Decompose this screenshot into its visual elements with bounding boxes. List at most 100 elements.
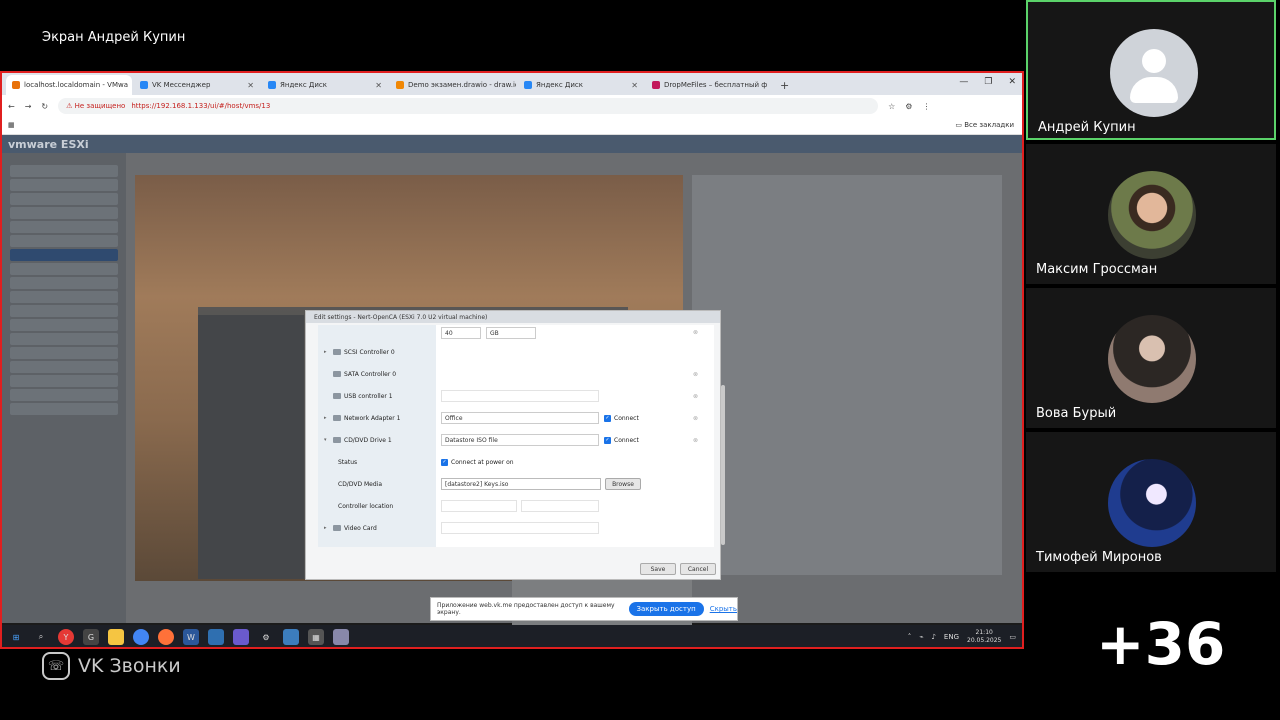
navigator-item[interactable] <box>10 403 118 415</box>
device-row-scsi[interactable]: ▸ SCSI Controller 0 <box>318 345 436 359</box>
browser-tab[interactable]: Яндекс Диск ✕ <box>262 75 388 95</box>
participant-tile[interactable]: Вова Бурый <box>1026 288 1276 428</box>
participant-tile[interactable]: Андрей Купин <box>1026 0 1276 140</box>
controller-slot-select[interactable] <box>521 500 599 512</box>
navigator-item[interactable] <box>10 291 118 303</box>
navigator-item[interactable] <box>10 389 118 401</box>
network-connect-checkbox[interactable]: ✓ Connect <box>604 413 639 423</box>
remove-device-icon[interactable]: ⊗ <box>693 393 698 400</box>
browser-tab[interactable]: Яндекс Диск ✕ <box>518 75 644 95</box>
navigator-item-selected[interactable] <box>10 249 118 261</box>
navigator-item[interactable] <box>10 179 118 191</box>
app-icon[interactable] <box>233 629 249 645</box>
menu-dots-icon[interactable]: ⋮ <box>922 102 930 111</box>
forward-icon[interactable]: → <box>25 102 32 111</box>
browser-tab[interactable]: VK Мессенджер ✕ <box>134 75 260 95</box>
cancel-button[interactable]: Cancel <box>680 563 716 575</box>
firefox-icon[interactable] <box>158 629 174 645</box>
word-icon[interactable]: W <box>183 629 199 645</box>
device-row-cddvd[interactable]: ▾ CD/DVD Drive 1 <box>318 433 436 447</box>
navigator-item[interactable] <box>10 235 118 247</box>
remove-device-icon[interactable]: ⊗ <box>693 437 698 444</box>
all-bookmarks-link[interactable]: ▭ Все закладки <box>955 121 1014 129</box>
navigator-item[interactable] <box>10 263 118 275</box>
navigator-item[interactable] <box>10 361 118 373</box>
volume-icon[interactable]: ♪ <box>931 633 935 641</box>
tab-close-icon[interactable]: ✕ <box>631 81 638 90</box>
tab-close-icon[interactable]: ✕ <box>247 81 254 90</box>
device-row-video[interactable]: ▸ Video Card <box>318 521 436 535</box>
navigator-item[interactable] <box>10 221 118 233</box>
participant-tile[interactable]: Максим Гроссман <box>1026 144 1276 284</box>
usb-controller-select[interactable] <box>441 390 599 402</box>
collapse-caret-icon[interactable]: ▾ <box>324 437 330 443</box>
device-row-usb[interactable]: USB controller 1 <box>318 389 436 403</box>
video-card-select[interactable] <box>441 522 599 534</box>
cddvd-media-input[interactable]: [datastore2] Keys.iso <box>441 478 601 490</box>
dialog-scrollbar[interactable] <box>721 385 725 545</box>
participant-tile[interactable]: Тимофей Миронов <box>1026 432 1276 572</box>
settings-gear-icon[interactable]: ⚙ <box>258 629 274 645</box>
navigator-item[interactable] <box>10 277 118 289</box>
address-bar[interactable]: ⚠ Не защищено https://192.168.1.133/ui/#… <box>58 98 879 114</box>
remove-device-icon[interactable]: ⊗ <box>693 371 698 378</box>
navigator-item[interactable] <box>10 333 118 345</box>
cddvd-type-select[interactable]: Datastore ISO file <box>441 434 599 446</box>
windows-start-icon[interactable]: ⊞ <box>8 629 24 645</box>
hide-notice-link[interactable]: Скрыть <box>710 605 737 613</box>
notifications-icon[interactable]: ▭ <box>1009 633 1016 641</box>
tray-chevron-icon[interactable]: ˄ <box>908 633 912 641</box>
new-tab-icon[interactable]: + <box>774 75 795 95</box>
app-icon[interactable] <box>333 629 349 645</box>
cddvd-connect-checkbox[interactable]: ✓ Connect <box>604 435 639 445</box>
network-select[interactable]: Office <box>441 412 599 424</box>
browse-button[interactable]: Browse <box>605 478 641 490</box>
maximize-icon[interactable]: ❐ <box>984 77 992 87</box>
remove-device-icon[interactable]: ⊗ <box>693 329 698 336</box>
expand-caret-icon[interactable]: ▸ <box>324 525 330 531</box>
navigator-item[interactable] <box>10 375 118 387</box>
app-icon[interactable]: G <box>83 629 99 645</box>
navigator-item[interactable] <box>10 347 118 359</box>
app-icon[interactable] <box>283 629 299 645</box>
expand-caret-icon[interactable]: ▸ <box>324 415 330 421</box>
controller-location-select[interactable] <box>441 500 517 512</box>
hard-disk-size-input[interactable]: 40 <box>441 327 481 339</box>
apps-grid-icon[interactable]: ▦ <box>8 121 15 129</box>
network-tray-icon[interactable]: ⌁ <box>919 633 923 641</box>
save-button[interactable]: Save <box>640 563 676 575</box>
navigator-item[interactable] <box>10 207 118 219</box>
stop-sharing-button[interactable]: Закрыть доступ <box>628 602 704 616</box>
back-icon[interactable]: ← <box>8 102 15 111</box>
yandex-browser-icon[interactable]: Y <box>58 629 74 645</box>
close-icon[interactable]: ✕ <box>1008 77 1016 87</box>
language-indicator[interactable]: ENG <box>944 633 959 641</box>
browser-tab[interactable]: Demo экзамен.drawio - draw.io ✕ <box>390 75 516 95</box>
remove-device-icon[interactable]: ⊗ <box>693 415 698 422</box>
navigator-item[interactable] <box>10 319 118 331</box>
browser-tab[interactable]: localhost.localdomain - VMwa ✕ <box>6 75 132 95</box>
file-explorer-icon[interactable] <box>108 629 124 645</box>
navigator-item[interactable] <box>10 165 118 177</box>
expand-caret-icon[interactable]: ▸ <box>324 349 330 355</box>
search-icon[interactable]: ⌕ <box>33 629 49 645</box>
extension-icon[interactable]: ⚙ <box>905 102 912 111</box>
navigator-item[interactable] <box>10 193 118 205</box>
minimize-icon[interactable]: — <box>959 77 968 87</box>
device-row-network[interactable]: ▸ Network Adapter 1 <box>318 411 436 425</box>
device-row-sata[interactable]: SATA Controller 0 <box>318 367 436 381</box>
chrome-icon[interactable] <box>133 629 149 645</box>
navigator-item[interactable] <box>10 305 118 317</box>
app-icon[interactable] <box>208 629 224 645</box>
not-secure-badge[interactable]: ⚠ Не защищено <box>66 102 125 110</box>
browser-tab[interactable]: DropMeFiles – бесплатный ф ✕ <box>646 75 772 95</box>
tab-close-icon[interactable]: ✕ <box>375 81 382 90</box>
more-participants-count[interactable]: +36 <box>1096 610 1225 678</box>
connect-at-power-on-checkbox[interactable]: ✓ Connect at power on <box>441 457 514 467</box>
reload-icon[interactable]: ↻ <box>41 102 48 111</box>
shared-screen[interactable]: localhost.localdomain - VMwa ✕ VK Мессен… <box>0 71 1024 649</box>
calculator-icon[interactable]: ▦ <box>308 629 324 645</box>
bookmark-star-icon[interactable]: ☆ <box>888 102 895 111</box>
clock[interactable]: 21:10 20.05.2025 <box>967 629 1001 645</box>
tab-close-icon[interactable]: ✕ <box>771 81 772 90</box>
